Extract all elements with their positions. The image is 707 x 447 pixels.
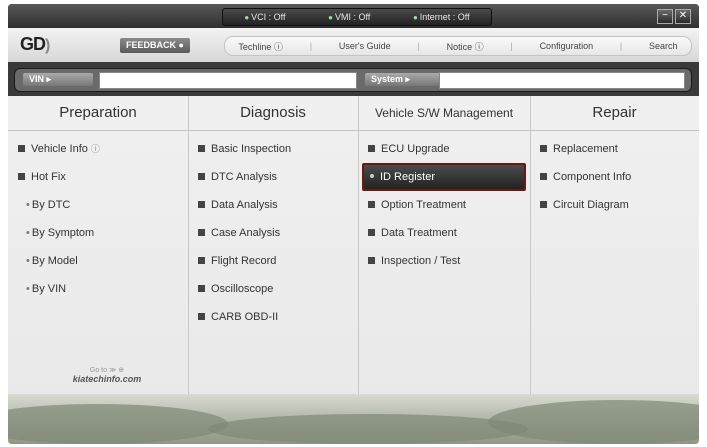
promo-site: kiatechinfo.com — [72, 374, 142, 384]
internet-status: ● Internet : Off — [412, 12, 470, 22]
bullet-square-icon — [368, 200, 375, 208]
close-button[interactable]: ✕ — [675, 9, 691, 24]
bullet-square-icon — [198, 312, 205, 320]
info-icon: ⓘ — [90, 144, 100, 154]
menu-item-option-treatment[interactable]: Option Treatment — [358, 191, 530, 219]
vin-button[interactable]: VIN ▸ — [23, 73, 93, 86]
nav-divider: | — [510, 41, 513, 51]
column-title: Diagnosis — [188, 96, 358, 131]
bullet-square-icon — [198, 256, 205, 264]
bullet-square-icon — [18, 144, 25, 152]
menu-item-component-info[interactable]: Component Info — [530, 163, 699, 191]
bullet-square-icon — [198, 228, 205, 236]
nav-notice[interactable]: Notice ⓘ — [447, 40, 484, 53]
nav-divider: | — [309, 41, 313, 51]
logo-swoosh-icon: ) — [45, 37, 50, 54]
menu-item-circuit-diagram[interactable]: Circuit Diagram — [530, 191, 699, 219]
bullet-square-icon — [368, 256, 375, 264]
menu-item-by-vin[interactable]: • By VIN — [8, 275, 188, 303]
menu-item-flight-record[interactable]: Flight Record — [188, 247, 358, 275]
status-dot-icon: ● — [328, 13, 333, 22]
vmi-status: ● VMI : Off — [328, 12, 371, 22]
menu-item-case-analysis[interactable]: Case Analysis — [188, 219, 358, 247]
system-input[interactable] — [439, 72, 685, 89]
menu-item-by-symptom[interactable]: • By Symptom — [8, 219, 188, 247]
column-title: Vehicle S/W Management — [358, 96, 530, 131]
bullet-square-icon — [368, 144, 375, 152]
menu-item-replacement[interactable]: Replacement — [530, 135, 699, 163]
search-bar: VIN ▸ System ▸ — [8, 62, 699, 96]
bullet-dot-icon — [370, 174, 374, 179]
bullet-square-icon — [18, 172, 25, 180]
nav-configuration[interactable]: Configuration — [540, 41, 594, 51]
column-preparation: Preparation Vehicle Info ⓘ Hot Fix • By DT… — [8, 96, 189, 444]
app-logo: GD) — [20, 34, 50, 54]
hill-shape — [208, 414, 528, 444]
menu-item-id-register[interactable]: ID Register — [362, 163, 526, 191]
column-title: Repair — [530, 96, 699, 131]
minimize-button[interactable]: − — [657, 9, 673, 24]
menu-item-vehicle-info[interactable]: Vehicle Info ⓘ — [8, 135, 188, 163]
bullet-square-icon — [198, 284, 205, 292]
column-diagnosis: Diagnosis Basic Inspection DTC Analysis … — [188, 96, 359, 444]
bullet-square-icon — [540, 200, 547, 208]
bullet-dot-icon: • — [26, 199, 30, 211]
menu-item-ecu-upgrade[interactable]: ECU Upgrade — [358, 135, 530, 163]
status-strip: ● VCI : Off ● VMI : Off ● Internet : Off − … — [8, 4, 699, 28]
menu-item-inspection-test[interactable]: Inspection / Test — [358, 247, 530, 275]
nav-search[interactable]: Search — [649, 41, 678, 51]
status-dot-icon: ● — [244, 13, 250, 22]
menu-item-hot-fix[interactable]: Hot Fix — [8, 163, 188, 191]
connection-status: ● VCI : Off ● VMI : Off ● Internet : Off — [222, 8, 492, 26]
app-window: ● VCI : Off ● VMI : Off ● Internet : Off − … — [8, 4, 699, 444]
status-dot-icon: ● — [412, 13, 418, 22]
menu-item-basic-inspection[interactable]: Basic Inspection — [188, 135, 358, 163]
top-navigation: Techline ⓘ | User's Guide | Notice ⓘ | C… — [224, 36, 692, 56]
menu-item-by-model[interactable]: • By Model — [8, 247, 188, 275]
menu-item-oscilloscope[interactable]: Oscilloscope — [188, 275, 358, 303]
bullet-square-icon — [198, 172, 205, 180]
info-icon: ⓘ — [474, 41, 484, 52]
info-icon: ⊕ — [118, 367, 125, 374]
menu-columns: Preparation Vehicle Info ⓘ Hot Fix • By DT… — [8, 96, 699, 444]
nav-users-guide[interactable]: User's Guide — [339, 41, 391, 51]
feedback-button[interactable]: FEEDBACK ● — [120, 38, 190, 53]
bullet-square-icon — [198, 144, 205, 152]
promo-caption: Go to ≫ ⊕ — [89, 367, 125, 374]
hill-shape — [488, 400, 699, 444]
hill-shape — [8, 404, 228, 444]
window-controls: − ✕ — [657, 9, 691, 24]
menu-item-carb-obd[interactable]: CARB OBD-II — [188, 303, 358, 331]
menu-item-dtc-analysis[interactable]: DTC Analysis — [188, 163, 358, 191]
bullet-square-icon — [198, 200, 205, 208]
nav-techline[interactable]: Techline ⓘ — [238, 40, 283, 53]
background-landscape — [8, 394, 699, 444]
menu-item-data-analysis[interactable]: Data Analysis — [188, 191, 358, 219]
column-vehicle-sw-management: Vehicle S/W Management ECU Upgrade ID Re… — [358, 96, 531, 444]
menu-item-by-dtc[interactable]: • By DTC — [8, 191, 188, 219]
bullet-dot-icon: • — [26, 227, 30, 239]
column-repair: Repair Replacement Component Info Circui… — [530, 96, 699, 444]
kiatechinfo-link[interactable]: Go to ≫ ⊕ kiatechinfo.com — [62, 366, 152, 384]
bullet-square-icon — [540, 144, 547, 152]
bullet-dot-icon: • — [26, 283, 30, 295]
bullet-dot-icon: • — [26, 255, 30, 267]
search-bar-inner: VIN ▸ System ▸ — [14, 68, 692, 92]
bullet-square-icon — [368, 228, 375, 236]
vin-input[interactable] — [99, 72, 357, 89]
nav-divider: | — [619, 41, 623, 51]
vci-status: ● VCI : Off — [244, 12, 286, 22]
nav-divider: | — [417, 41, 420, 51]
info-icon: ⓘ — [273, 41, 283, 52]
column-title: Preparation — [8, 96, 188, 131]
system-button[interactable]: System ▸ — [365, 73, 443, 86]
menu-item-data-treatment[interactable]: Data Treatment — [358, 219, 530, 247]
bullet-square-icon — [540, 172, 547, 180]
app-header: GD) FEEDBACK ● Techline ⓘ | User's Guide… — [8, 28, 699, 62]
